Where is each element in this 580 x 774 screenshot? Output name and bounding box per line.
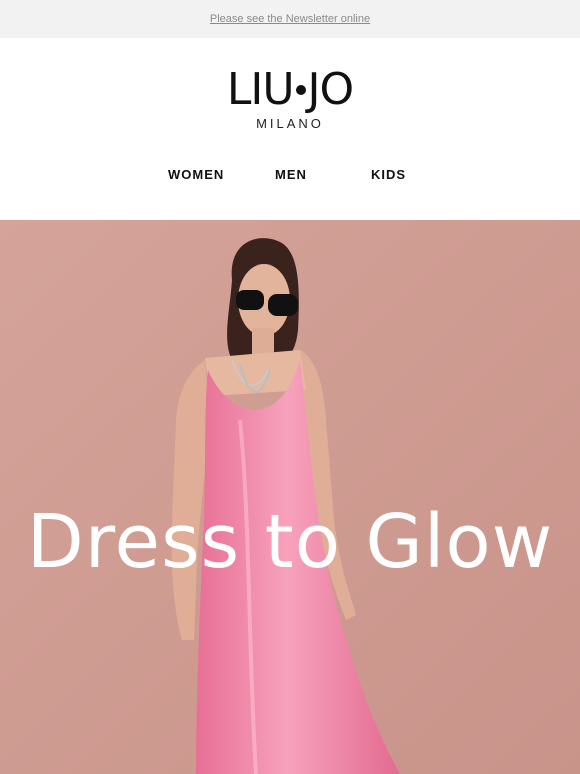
logo-text-right: JO xyxy=(307,64,355,115)
header: LIU JO MILANO WOMEN MEN KIDS xyxy=(0,38,580,220)
neck-shape xyxy=(252,328,274,354)
logo-wordmark: LIU JO xyxy=(227,68,354,112)
nav-item-men[interactable]: MEN xyxy=(275,167,307,182)
main-nav: WOMEN MEN KIDS xyxy=(0,167,580,187)
sunglasses-left-lens xyxy=(236,290,264,310)
hero-title: Dress to Glow xyxy=(26,499,554,585)
sunglasses-right-lens xyxy=(268,294,298,316)
view-online-link[interactable]: Please see the Newsletter online xyxy=(210,13,370,25)
top-bar: Please see the Newsletter online xyxy=(0,0,580,38)
logo-dot-icon xyxy=(295,85,306,95)
hero-banner[interactable]: Dress to Glow xyxy=(0,220,580,774)
hero-image xyxy=(0,220,580,774)
logo-text-left: LIU xyxy=(226,64,295,115)
nav-item-kids[interactable]: KIDS xyxy=(371,167,406,182)
logo-subtext: MILANO xyxy=(256,116,324,131)
nav-item-women[interactable]: WOMEN xyxy=(168,167,224,182)
brand-logo[interactable]: LIU JO MILANO xyxy=(0,68,580,132)
